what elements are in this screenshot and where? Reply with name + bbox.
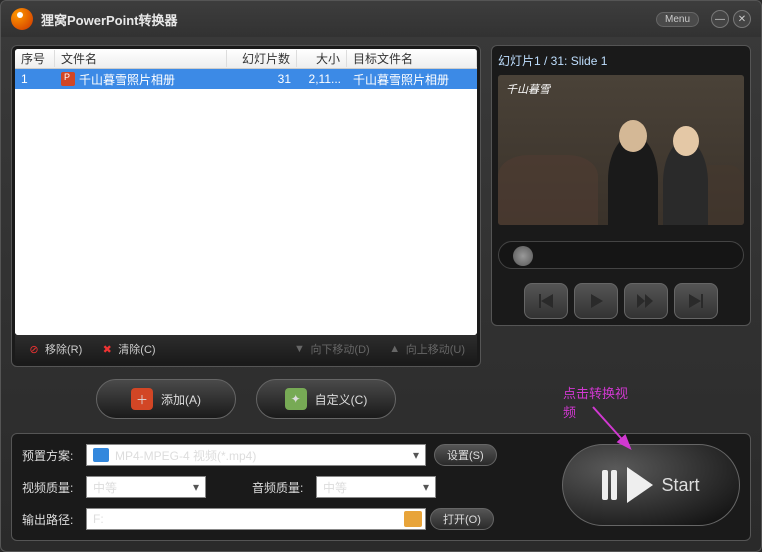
add-file-icon: ＋ <box>131 388 153 410</box>
video-quality-label: 视频质量: <box>22 479 78 496</box>
add-button[interactable]: ＋ 添加(A) <box>96 379 236 419</box>
open-button[interactable]: 打开(O) <box>430 508 494 530</box>
start-button[interactable]: Start 点击转换视频 <box>562 444 740 526</box>
tools-icon: ✦ <box>285 388 307 410</box>
move-down-button[interactable]: ▼向下移动(D) <box>286 339 375 359</box>
slider-knob-icon[interactable] <box>513 246 533 266</box>
menu-button[interactable]: Menu <box>656 12 699 27</box>
clear-button[interactable]: ✖清除(C) <box>94 339 161 359</box>
titlebar: 狸窝PowerPoint转换器 Menu — ✕ <box>1 1 761 37</box>
video-quality-select[interactable]: 中等 <box>86 476 206 498</box>
table-row[interactable]: 1 千山暮雪照片相册 31 2,11... 千山暮雪照片相册 <box>15 69 477 89</box>
arrow-up-icon: ▲ <box>388 342 402 356</box>
forward-button[interactable] <box>624 283 668 319</box>
audio-quality-select[interactable]: 中等 <box>316 476 436 498</box>
file-list-panel: 序号 文件名 幻灯片数 大小 目标文件名 1 千山暮雪照片相册 31 2,11 <box>11 45 481 367</box>
broom-icon: ✖ <box>100 342 114 356</box>
seek-slider[interactable] <box>498 241 744 269</box>
col-target[interactable]: 目标文件名 <box>347 50 477 67</box>
video-format-icon <box>93 448 109 462</box>
table-header: 序号 文件名 幻灯片数 大小 目标文件名 <box>15 49 477 69</box>
preset-label: 预置方案: <box>22 447 78 464</box>
output-settings-panel: 预置方案: MP4-MPEG-4 视频(*.mp4) 设置(S) 视频质量: 中… <box>11 433 751 541</box>
close-button[interactable]: ✕ <box>733 10 751 28</box>
folder-icon[interactable] <box>404 511 422 527</box>
move-up-button[interactable]: ▲向上移动(U) <box>382 339 471 359</box>
preview-label: 幻灯片1 / 31: Slide 1 <box>498 52 744 69</box>
preview-image: 千山暮雪 <box>498 75 744 225</box>
col-name[interactable]: 文件名 <box>55 50 227 67</box>
col-no[interactable]: 序号 <box>15 50 55 67</box>
start-bars-icon <box>602 470 617 500</box>
col-slides[interactable]: 幻灯片数 <box>227 50 297 67</box>
output-path-label: 输出路径: <box>22 511 78 528</box>
remove-button[interactable]: ⊘移除(R) <box>21 339 88 359</box>
audio-quality-label: 音频质量: <box>252 479 308 496</box>
col-size[interactable]: 大小 <box>297 50 347 67</box>
settings-button[interactable]: 设置(S) <box>434 444 497 466</box>
table-empty-area[interactable] <box>15 89 477 335</box>
output-path-input[interactable]: F: <box>86 508 426 530</box>
arrow-down-icon: ▼ <box>292 342 306 356</box>
app-logo-icon <box>11 8 33 30</box>
ppt-file-icon <box>61 72 75 86</box>
app-title: 狸窝PowerPoint转换器 <box>41 10 656 29</box>
preview-panel: 幻灯片1 / 31: Slide 1 千山暮雪 <box>491 45 751 326</box>
minimize-button[interactable]: — <box>711 10 729 28</box>
preset-select[interactable]: MP4-MPEG-4 视频(*.mp4) <box>86 444 426 466</box>
next-button[interactable] <box>674 283 718 319</box>
start-arrow-icon <box>627 467 653 503</box>
customize-button[interactable]: ✦ 自定义(C) <box>256 379 396 419</box>
no-entry-icon: ⊘ <box>27 342 41 356</box>
prev-button[interactable] <box>524 283 568 319</box>
play-button[interactable] <box>574 283 618 319</box>
